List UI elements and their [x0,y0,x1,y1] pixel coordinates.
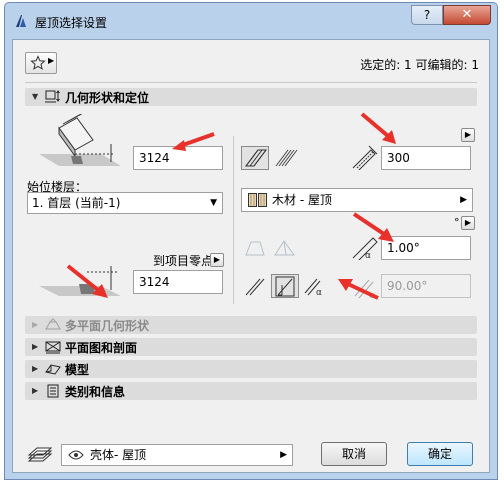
favorites-button[interactable]: ▶ [25,52,57,74]
svg-text:α: α [316,288,322,297]
edge-custom-angle-button[interactable]: α [301,274,329,298]
title-bar[interactable]: 屋顶选择设置 ? ✕ [5,3,497,39]
angle-unit-button[interactable]: ▶ [461,216,475,230]
edge-angle-input: 90.00° [381,274,471,298]
material-select[interactable]: 木材 - 屋顶 ▶ [241,188,473,212]
collapsed-triangle-icon: ▶ [32,364,39,373]
dialog-window: 屋顶选择设置 ? ✕ ▶ 选定的: 1 可编辑的: 1 ▼ 几何形状和定位 31… [4,2,498,480]
edge-perpendicular-button[interactable] [271,274,299,298]
collapsed-triangle-icon: ▶ [32,342,39,351]
panel-title: 模型 [65,363,90,377]
annotation-arrow [360,112,396,144]
selection-info: 选定的: 1 可编辑的: 1 [360,58,479,72]
eye-icon [68,450,84,460]
roof-composite-button[interactable] [271,146,299,170]
edge-vertical-button[interactable] [241,274,269,298]
close-button[interactable]: ✕ [443,5,491,25]
roof-hatch-icon [245,149,267,167]
floorplan-section-icon [45,341,61,354]
roof-structure-button[interactable] [241,146,269,170]
chevron-right-icon: ▶ [460,195,467,205]
layer-value: 壳体- 屋顶 [90,448,147,462]
layer-icon [27,447,53,462]
edge-vertical-icon [245,278,265,296]
help-button[interactable]: ? [411,5,443,25]
category-info-icon [47,384,59,398]
roof-thickness-icon [352,145,378,170]
dialog-body: ▶ 选定的: 1 可编辑的: 1 ▼ 几何形状和定位 3124 始位楼层： 1.… [12,39,490,473]
edge-custom-icon: α [304,278,322,298]
svg-text:α: α [365,251,371,260]
cancel-button[interactable]: 取消 [321,442,387,466]
panel-header-floorplan[interactable]: ▶ 平面图和剖面 [25,338,477,356]
multiplane-roof-icon [45,318,61,330]
chevron-right-icon: ▶ [280,450,287,460]
bottom-offset-input[interactable]: 3124 [133,270,223,294]
dropdown-arrow-icon: ▼ [210,198,217,208]
annotation-arrow [352,212,394,242]
dropdown-arrow-icon: ▶ [48,56,55,65]
column-separator [233,136,234,304]
panel-title: 类别和信息 [65,385,126,399]
angle-unit-label: ° [454,216,460,229]
gable-mode-button[interactable] [271,236,299,260]
roof-slope-icon [245,241,265,256]
model-icon [45,364,61,375]
annotation-arrow [66,264,108,298]
annotation-arrow [338,279,379,300]
reference-menu-button[interactable]: ▶ [210,253,224,267]
layer-select[interactable]: 壳体- 屋顶 ▶ [61,444,293,466]
material-swatch-icon [248,193,267,207]
star-icon [30,55,46,70]
pitch-mode-button[interactable] [241,236,269,260]
collapsed-triangle-icon: ▶ [32,320,39,329]
window-title: 屋顶选择设置 [35,16,108,30]
thickness-input[interactable]: 300 [381,146,471,170]
divider [25,82,477,83]
edge-perpendicular-icon [275,276,295,297]
ok-button[interactable]: 确定 [407,442,473,466]
collapsed-triangle-icon: ▶ [32,386,39,395]
roof-top-offset-icon [39,114,121,166]
material-value: 木材 - 屋顶 [272,193,332,207]
archicad-app-icon [16,15,26,27]
thickness-menu-button[interactable]: ▶ [461,128,475,142]
panel-header-model[interactable]: ▶ 模型 [25,360,477,378]
home-story-value: 1. 首层 (当前-1) [32,196,121,210]
panel-title: 平面图和剖面 [65,341,138,355]
panel-title: 多平面几何形状 [65,319,150,333]
geometry-positioning-icon [45,90,60,103]
reference-label: 到项目零点 [153,254,214,268]
panel-header-geometry[interactable]: ▼ 几何形状和定位 [25,88,477,106]
home-story-select[interactable]: 1. 首层 (当前-1) ▼ [27,192,223,214]
roof-layers-icon [275,149,298,167]
annotation-arrow [172,132,215,151]
panel-title: 几何形状和定位 [65,91,150,105]
expanded-triangle-icon: ▼ [32,92,39,101]
roof-gable-icon [274,240,295,256]
panel-header-multiplane: ▶ 多平面几何形状 [25,316,477,334]
panel-header-category[interactable]: ▶ 类别和信息 [25,382,477,400]
